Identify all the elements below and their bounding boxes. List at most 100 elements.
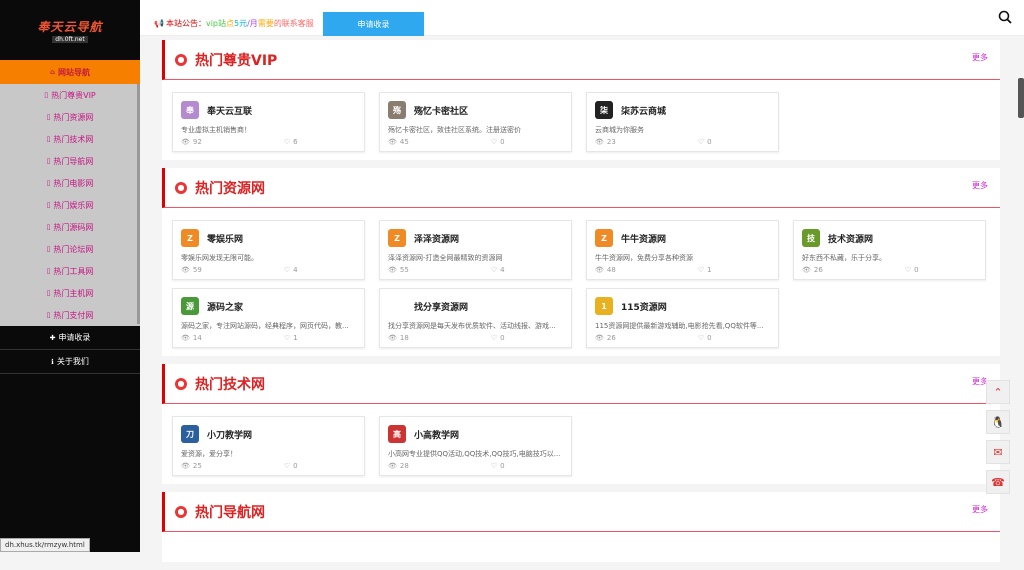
sidebar-item-2[interactable]: ▯ 热门资源网 bbox=[0, 106, 140, 128]
heart-icon: ♡ bbox=[490, 138, 498, 146]
site-name[interactable]: 源码之家 bbox=[207, 300, 243, 313]
likes-count: 1 bbox=[293, 334, 298, 342]
likes-stat[interactable]: ♡ 1 bbox=[284, 334, 298, 342]
likes-count: 0 bbox=[500, 334, 505, 342]
wechat-icon[interactable]: ☎ bbox=[986, 470, 1010, 494]
site-name[interactable]: 泽泽资源网 bbox=[414, 232, 459, 245]
search-icon[interactable] bbox=[998, 10, 1012, 24]
section-title: 热门导航网 bbox=[195, 504, 265, 521]
likes-stat[interactable]: ♡ 0 bbox=[491, 138, 505, 146]
likes-stat[interactable]: ♡ 1 bbox=[698, 266, 712, 274]
sidebar-item-1[interactable]: ▯ 热门尊贵VIP bbox=[0, 84, 140, 106]
site-name[interactable]: 殇忆卡密社区 bbox=[414, 104, 468, 117]
card-stats: 👁 23 ♡ 0 bbox=[595, 138, 771, 146]
more-link[interactable]: 更多 bbox=[972, 180, 988, 191]
status-bar-url: dh.xhus.tk/rmzyw.html bbox=[0, 538, 90, 552]
site-name[interactable]: 小刀教学网 bbox=[207, 428, 252, 441]
site-name[interactable]: 找分享资源网 bbox=[414, 300, 468, 313]
sidebar-item-8[interactable]: ▯ 热门论坛网 bbox=[0, 238, 140, 260]
sidebar-item-label: 热门源码网 bbox=[53, 222, 94, 232]
site-name[interactable]: 115资源网 bbox=[621, 300, 667, 313]
notice-part-7: 的联系客服 bbox=[273, 19, 314, 28]
card-stats: 👁 92 ♡ 6 bbox=[181, 138, 357, 146]
main-content: ● 热门尊贵VIP 更多奉奉天云互联 专业虚拟主机销售商！ 👁 92 ♡ 6 殇殇忆卡密社区 殇忆… bbox=[162, 40, 1000, 570]
sidebar-nav: ⌂ 网站导航 ▯ 热门尊贵VIP ▯ 热门资源网 ▯ 热门技术网 ▯ 热门导航网 ▯ 热门电影网 ▯ 热门… bbox=[0, 60, 140, 374]
sidebar-item-10[interactable]: ▯ 热门主机网 bbox=[0, 282, 140, 304]
sidebar-bottom-item-0[interactable]: ✚ 申请收录 bbox=[0, 326, 140, 350]
more-link[interactable]: 更多 bbox=[972, 52, 988, 63]
likes-count: 0 bbox=[500, 462, 505, 470]
sidebar-item-11[interactable]: ▯ 热门支付网 bbox=[0, 304, 140, 326]
site-card[interactable]: 奉奉天云互联 专业虚拟主机销售商！ 👁 92 ♡ 6 bbox=[172, 92, 365, 152]
site-card[interactable]: 找分享资源网 找分享资源网是每天发布优质软件、活动线报、游戏... 👁 18 ♡ 0 bbox=[379, 288, 572, 348]
target-icon: ● bbox=[175, 53, 187, 66]
heart-icon: ♡ bbox=[283, 334, 291, 342]
site-card[interactable]: 刀小刀教学网 爱资源，爱分享！ 👁 25 ♡ 0 bbox=[172, 416, 365, 476]
site-name[interactable]: 柒苏云商城 bbox=[621, 104, 666, 117]
email-icon[interactable]: ✉ bbox=[986, 440, 1010, 464]
site-description: 牛牛资源网，免费分享各种资源 bbox=[595, 254, 693, 262]
bookmark-icon: ▯ bbox=[46, 311, 51, 319]
heart-icon: ♡ bbox=[283, 266, 291, 274]
site-card[interactable]: 殇殇忆卡密社区 殇忆卡密社区，致佳社区系统。注册送密价 👁 45 ♡ 0 bbox=[379, 92, 572, 152]
card-header: 刀小刀教学网 bbox=[181, 423, 356, 445]
qq-icon[interactable]: 🐧 bbox=[986, 410, 1010, 434]
site-name[interactable]: 零娱乐网 bbox=[207, 232, 243, 245]
site-name[interactable]: 奉天云互联 bbox=[207, 104, 252, 117]
site-card[interactable]: Z 牛牛资源网 牛牛资源网，免费分享各种资源 👁 48 ♡ 1 bbox=[586, 220, 779, 280]
site-logo[interactable]: 奉天云导航 dh.0ft.net bbox=[0, 0, 140, 60]
chevron-up-icon[interactable]: ⌃ bbox=[986, 380, 1010, 404]
sidebar-scrollbar[interactable] bbox=[137, 84, 140, 324]
likes-stat[interactable]: ♡ 0 bbox=[905, 266, 919, 274]
section-title: 热门尊贵VIP bbox=[195, 52, 278, 69]
sidebar-item-4[interactable]: ▯ 热门导航网 bbox=[0, 150, 140, 172]
likes-stat[interactable]: ♡ 0 bbox=[491, 462, 505, 470]
apply-listing-button[interactable]: 申请收录 bbox=[323, 12, 424, 36]
likes-count: 4 bbox=[500, 266, 505, 274]
views-stat: 👁 26 bbox=[802, 266, 823, 274]
sidebar-item-label: 关于我们 bbox=[56, 357, 89, 366]
eye-icon: 👁 bbox=[802, 266, 811, 274]
card-stats: 👁 45 ♡ 0 bbox=[388, 138, 564, 146]
category-section: ● 热门尊贵VIP 更多奉奉天云互联 专业虚拟主机销售商！ 👁 92 ♡ 6 殇殇忆卡密社区 殇忆… bbox=[162, 40, 1000, 160]
sidebar-item-label: 申请收录 bbox=[58, 333, 91, 342]
site-card[interactable]: Z 零娱乐网 零娱乐网发现无限可能。 👁 59 ♡ 4 bbox=[172, 220, 365, 280]
site-name[interactable]: 小高教学网 bbox=[414, 428, 459, 441]
sidebar-bottom-item-1[interactable]: ℹ 关于我们 bbox=[0, 350, 140, 374]
likes-stat[interactable]: ♡ 0 bbox=[284, 462, 298, 470]
site-description: 零娱乐网发现无限可能。 bbox=[181, 254, 258, 262]
section-header: ● 热门导航网 更多 bbox=[162, 492, 1000, 532]
sidebar-item-0[interactable]: ⌂ 网站导航 bbox=[0, 60, 140, 84]
site-card[interactable]: 技技术资源网 好东西不私藏，乐于分享。 👁 26 ♡ 0 bbox=[793, 220, 986, 280]
site-name[interactable]: 技术资源网 bbox=[828, 232, 873, 245]
sidebar-item-3[interactable]: ▯ 热门技术网 bbox=[0, 128, 140, 150]
card-stats: 👁 18 ♡ 0 bbox=[388, 334, 564, 342]
likes-stat[interactable]: ♡ 4 bbox=[284, 266, 298, 274]
sidebar-item-7[interactable]: ▯ 热门源码网 bbox=[0, 216, 140, 238]
site-card[interactable]: 高小高教学网 小高网专业提供QQ活动,QQ技术,QQ技巧,电脑技巧以... 👁 28 ♡… bbox=[379, 416, 572, 476]
views-stat: 👁 28 bbox=[388, 462, 409, 470]
likes-stat[interactable]: ♡ 0 bbox=[698, 138, 712, 146]
sidebar-item-9[interactable]: ▯ 热门工具网 bbox=[0, 260, 140, 282]
sidebar-item-6[interactable]: ▯ 热门娱乐网 bbox=[0, 194, 140, 216]
page-scrollbar[interactable] bbox=[1018, 78, 1024, 118]
sidebar-item-5[interactable]: ▯ 热门电影网 bbox=[0, 172, 140, 194]
site-name[interactable]: 牛牛资源网 bbox=[621, 232, 666, 245]
likes-stat[interactable]: ♡ 4 bbox=[491, 266, 505, 274]
site-card[interactable]: Z 泽泽资源网 泽泽资源网-打造全网最精致的资源网 👁 55 ♡ 4 bbox=[379, 220, 572, 280]
sidebar-item-label: 热门资源网 bbox=[53, 112, 94, 122]
site-card[interactable]: 1 115资源网 115资源网提供最新游戏辅助,电影抢先看,QQ软件等... 👁 26 ♡… bbox=[586, 288, 779, 348]
notice-part-3: 点 bbox=[226, 19, 235, 28]
sidebar-item-label: 热门论坛网 bbox=[53, 244, 94, 254]
site-description: 泽泽资源网-打造全网最精致的资源网 bbox=[388, 254, 503, 262]
likes-stat[interactable]: ♡ 6 bbox=[284, 138, 298, 146]
sidebar-item-label: 热门工具网 bbox=[53, 266, 94, 276]
views-stat: 👁 48 bbox=[595, 266, 616, 274]
site-card[interactable]: 源源码之家 源码之家，专注网站源码，经典程序，网页代码，教... 👁 14 ♡ 1 bbox=[172, 288, 365, 348]
more-link[interactable]: 更多 bbox=[972, 504, 988, 515]
eye-icon: 👁 bbox=[181, 462, 190, 470]
likes-stat[interactable]: ♡ 0 bbox=[491, 334, 505, 342]
site-card[interactable]: 柒柒苏云商城 云商城为你服务 👁 23 ♡ 0 bbox=[586, 92, 779, 152]
likes-stat[interactable]: ♡ 0 bbox=[698, 334, 712, 342]
site-logo-icon: Z bbox=[181, 229, 199, 247]
